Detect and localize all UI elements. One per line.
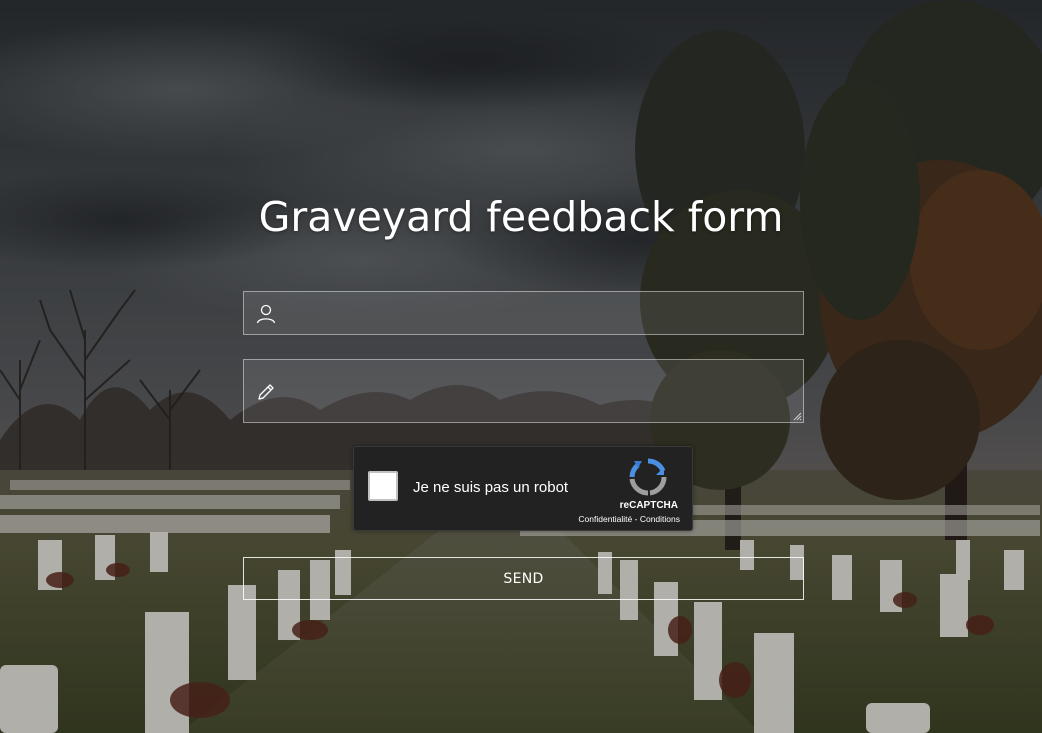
pencil-icon bbox=[258, 384, 274, 400]
resize-grip-icon[interactable] bbox=[793, 412, 802, 421]
links-separator: - bbox=[632, 514, 640, 524]
user-icon bbox=[256, 304, 276, 324]
page-title: Graveyard feedback form bbox=[258, 193, 784, 241]
feedback-form: Graveyard feedback form Je ne suis pas u… bbox=[0, 0, 1042, 733]
privacy-link[interactable]: Confidentialité bbox=[578, 514, 632, 524]
message-textarea[interactable] bbox=[288, 360, 793, 422]
name-field[interactable] bbox=[243, 291, 804, 335]
recaptcha-logo-icon bbox=[629, 458, 667, 496]
message-field[interactable] bbox=[243, 359, 804, 423]
terms-link[interactable]: Conditions bbox=[640, 514, 680, 524]
recaptcha-links: Confidentialité - Conditions bbox=[578, 514, 680, 524]
recaptcha-checkbox[interactable] bbox=[368, 471, 398, 501]
send-button[interactable]: SEND bbox=[243, 557, 804, 600]
recaptcha-brand: reCAPTCHA bbox=[619, 500, 678, 511]
name-input[interactable] bbox=[288, 292, 793, 334]
recaptcha-checkbox-label: Je ne suis pas un robot bbox=[413, 479, 569, 496]
recaptcha-widget: Je ne suis pas un robot reCAPTCHA Confid… bbox=[353, 446, 693, 531]
